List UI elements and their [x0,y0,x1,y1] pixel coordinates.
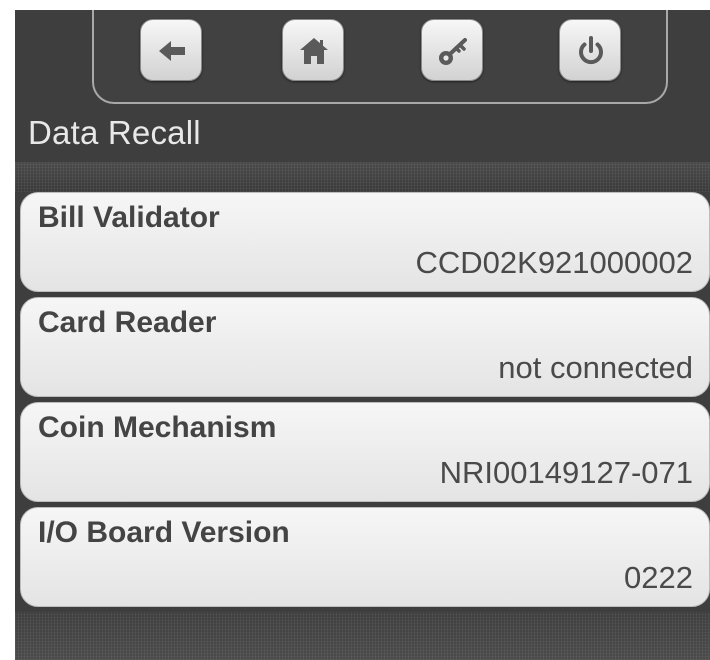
record-bill-validator[interactable]: Bill Validator CCD02K921000002 [20,192,710,292]
record-label: Coin Mechanism [38,411,277,444]
footer-band [15,612,710,660]
header-divider [15,162,710,192]
record-value: not connected [498,350,693,385]
key-button[interactable] [421,19,483,81]
record-value: CCD02K921000002 [415,245,694,280]
record-label: I/O Board Version [38,516,290,549]
power-button[interactable] [559,19,621,81]
home-button[interactable] [282,19,344,81]
kiosk-screen: Data Recall Bill Validator CCD02K9210000… [15,10,710,660]
page-title: Data Recall [28,114,201,151]
power-icon [579,36,603,65]
record-io-board-version[interactable]: I/O Board Version 0222 [20,507,710,607]
key-icon [439,38,467,65]
record-label: Bill Validator [38,201,220,234]
data-recall-list: Bill Validator CCD02K921000002 Card Read… [20,192,710,612]
back-button[interactable] [140,19,202,81]
home-icon [300,38,328,64]
record-value: NRI00149127-071 [439,455,693,490]
record-value: 0222 [624,560,693,595]
record-coin-mechanism[interactable]: Coin Mechanism NRI00149127-071 [20,402,710,502]
record-card-reader[interactable]: Card Reader not connected [20,297,710,397]
record-label: Card Reader [38,306,217,339]
toolbar [92,10,668,104]
back-arrow-icon [159,41,185,61]
